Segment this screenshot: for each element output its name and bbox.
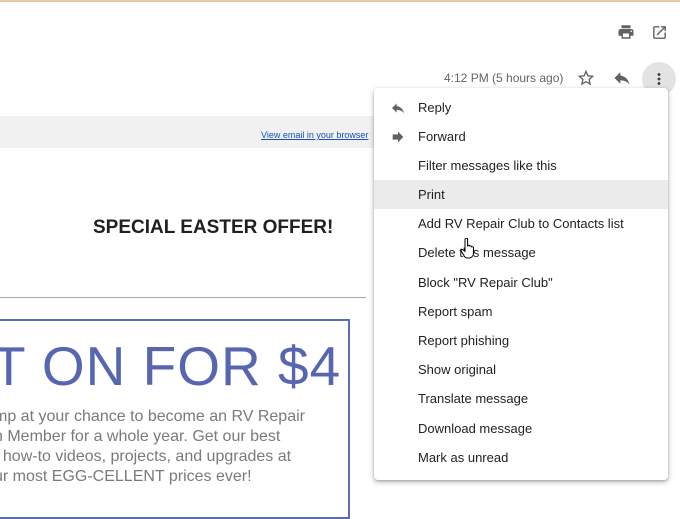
message-options-menu: Reply Forward Filter messages like this … xyxy=(374,88,668,480)
open-in-new-window-button[interactable] xyxy=(647,20,671,44)
menu-item-label: Report phishing xyxy=(418,333,510,348)
message-timestamp: 4:12 PM (5 hours ago) xyxy=(444,71,564,85)
menu-item-label: Mark as unread xyxy=(418,450,509,465)
menu-item-label: Show original xyxy=(418,362,497,377)
menu-item-delete-message[interactable]: Delete this message xyxy=(374,238,668,267)
promo-price-banner: T ON FOR $4 xyxy=(0,335,342,397)
more-vertical-icon xyxy=(657,73,661,85)
menu-item-print[interactable]: Print xyxy=(374,180,668,209)
menu-item-filter-messages[interactable]: Filter messages like this xyxy=(374,151,668,180)
open-in-new-icon xyxy=(652,25,666,39)
reply-icon xyxy=(614,72,630,85)
menu-item-forward[interactable]: Forward xyxy=(374,122,668,151)
menu-item-label: Filter messages like this xyxy=(418,158,557,173)
star-outline-icon xyxy=(577,69,595,86)
menu-item-block-sender[interactable]: Block "RV Repair Club" xyxy=(374,268,668,297)
menu-item-translate-message[interactable]: Translate message xyxy=(374,384,668,413)
menu-item-label: Report spam xyxy=(418,304,493,319)
forward-icon xyxy=(392,131,404,143)
promo-description: mp at your chance to become an RV Repair… xyxy=(0,408,305,485)
menu-item-add-to-contacts[interactable]: Add RV Repair Club to Contacts list xyxy=(374,209,668,238)
menu-item-download-message[interactable]: Download message xyxy=(374,414,668,443)
star-button[interactable] xyxy=(574,66,598,90)
menu-item-mark-unread[interactable]: Mark as unread xyxy=(374,443,668,472)
reply-icon xyxy=(392,103,404,114)
menu-item-report-phishing[interactable]: Report phishing xyxy=(374,326,668,355)
menu-item-label: Add RV Repair Club to Contacts list xyxy=(418,216,624,231)
hand-pointer-cursor-icon xyxy=(460,238,474,259)
print-all-button[interactable] xyxy=(614,20,638,44)
menu-item-label: Delete this message xyxy=(418,245,536,260)
menu-item-show-original[interactable]: Show original xyxy=(374,355,668,384)
reply-button[interactable] xyxy=(610,66,634,90)
content-divider xyxy=(0,297,366,298)
menu-item-label: Forward xyxy=(418,129,466,144)
view-in-browser-link[interactable]: View email in your browser xyxy=(261,130,368,140)
menu-item-report-spam[interactable]: Report spam xyxy=(374,297,668,326)
menu-item-label: Translate message xyxy=(418,391,529,406)
menu-item-label: Block "RV Repair Club" xyxy=(418,275,553,290)
menu-item-reply[interactable]: Reply xyxy=(374,93,668,122)
printer-icon xyxy=(618,25,634,39)
top-divider xyxy=(0,0,680,2)
menu-item-label: Download message xyxy=(418,421,533,436)
menu-item-label: Reply xyxy=(418,100,452,115)
email-headline: SPECIAL EASTER OFFER! xyxy=(93,217,334,238)
menu-item-label: Print xyxy=(418,187,445,202)
